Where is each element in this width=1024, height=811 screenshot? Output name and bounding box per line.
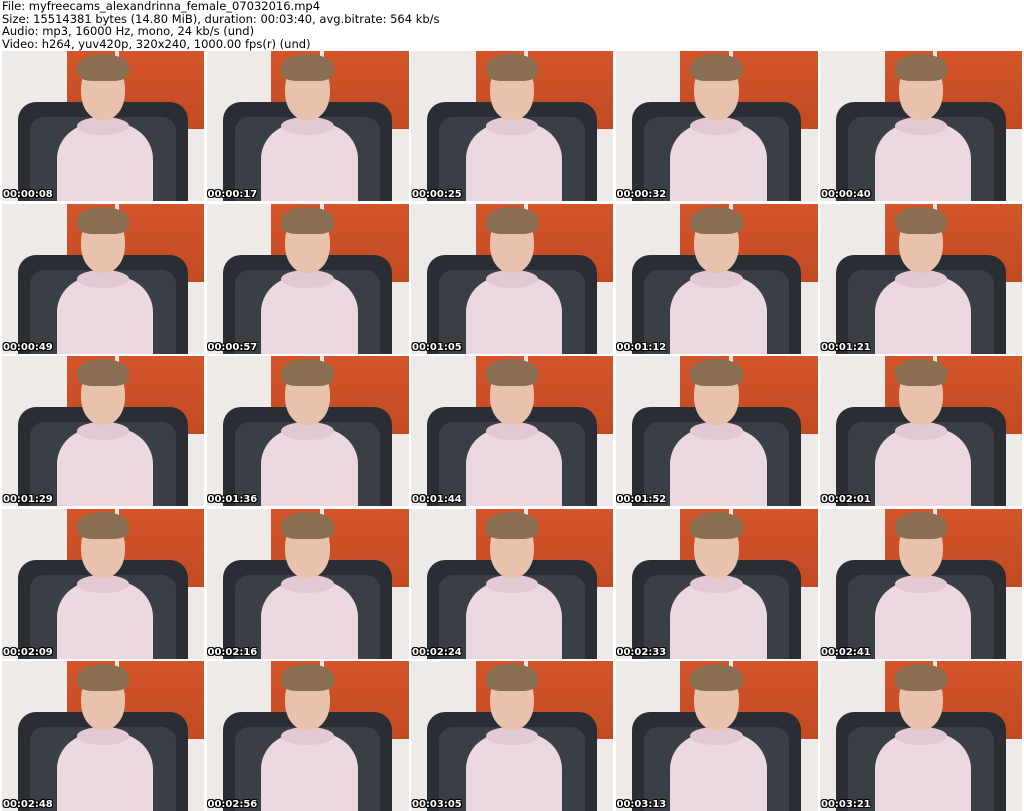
thumbnail-grid: 00:00:08 00:00:17 00:00:25 00:00:32 00:00:40… <box>2 51 1022 811</box>
hair <box>894 206 948 234</box>
hair <box>485 359 539 386</box>
hair <box>690 664 743 691</box>
thumbnail-timestamp: 00:01:29 <box>3 494 53 505</box>
hair <box>485 511 539 539</box>
video-thumbnail: 00:01:29 <box>2 356 204 506</box>
hair <box>690 54 743 81</box>
thumbnail-timestamp: 00:00:08 <box>3 189 53 200</box>
thumbnail-timestamp: 00:02:24 <box>412 646 462 658</box>
audio-info-line: Audio: mp3, 16000 Hz, mono, 24 kb/s (und… <box>2 24 255 38</box>
thumbnail-timestamp: 00:01:44 <box>412 494 462 505</box>
video-thumbnail: 00:02:48 <box>2 661 204 811</box>
thumbnail-timestamp: 00:02:56 <box>207 799 258 810</box>
thumbnail-timestamp: 00:00:25 <box>412 189 462 200</box>
video-thumbnail: 00:02:24 <box>411 508 613 659</box>
video-thumbnail: 00:01:52 <box>615 356 818 506</box>
video-thumbnail: 00:02:16 <box>206 508 409 659</box>
thumbnail-timestamp: 00:03:21 <box>821 799 871 810</box>
thumbnail-timestamp: 00:03:13 <box>616 799 667 810</box>
hair <box>76 511 130 539</box>
hair <box>281 359 334 386</box>
thumbnail-timestamp: 00:00:32 <box>616 189 667 200</box>
video-thumbnail: 00:00:40 <box>820 51 1022 201</box>
video-thumbnail: 00:03:21 <box>820 661 1022 811</box>
thumbnail-timestamp: 00:00:49 <box>3 341 53 353</box>
hair <box>76 54 130 81</box>
video-thumbnail: 00:02:01 <box>820 356 1022 506</box>
video-thumbnail: 00:00:08 <box>2 51 204 201</box>
video-thumbnail: 00:02:33 <box>615 508 818 659</box>
thumbnail-timestamp: 00:00:17 <box>207 189 258 200</box>
thumbnail-timestamp: 00:01:21 <box>821 341 871 353</box>
thumbnail-timestamp: 00:02:16 <box>207 646 258 658</box>
hair <box>281 206 334 234</box>
hair <box>281 54 334 81</box>
video-thumbnail: 00:01:21 <box>820 203 1022 354</box>
video-thumbnail: 00:01:36 <box>206 356 409 506</box>
video-thumbnail: 00:01:05 <box>411 203 613 354</box>
thumbnail-timestamp: 00:02:41 <box>821 646 871 658</box>
thumbnail-timestamp: 00:01:52 <box>616 494 667 505</box>
video-thumbnail: 00:00:17 <box>206 51 409 201</box>
thumbnail-timestamp: 00:01:36 <box>207 494 258 505</box>
hair <box>76 359 130 386</box>
hair <box>690 511 743 539</box>
media-info-header: File: myfreecams_alexandrinna_female_070… <box>2 0 1022 50</box>
hair <box>76 664 130 691</box>
thumbnail-timestamp: 00:01:12 <box>616 341 667 353</box>
video-thumbnail: 00:02:09 <box>2 508 204 659</box>
thumbnail-timestamp: 00:02:48 <box>3 799 53 810</box>
video-thumbnail: 00:03:13 <box>615 661 818 811</box>
video-thumbnail: 00:01:44 <box>411 356 613 506</box>
hair <box>485 54 539 81</box>
thumbnail-timestamp: 00:00:57 <box>207 341 258 353</box>
hair <box>76 206 130 234</box>
hair <box>894 664 948 691</box>
thumbnail-timestamp: 00:02:33 <box>616 646 667 658</box>
hair <box>690 359 743 386</box>
video-thumbnail: 00:00:32 <box>615 51 818 201</box>
video-thumbnail: 00:00:57 <box>206 203 409 354</box>
video-thumbnail: 00:03:05 <box>411 661 613 811</box>
thumbnail-timestamp: 00:02:09 <box>3 646 53 658</box>
video-thumbnail: 00:02:41 <box>820 508 1022 659</box>
video-thumbnail: 00:00:49 <box>2 203 204 354</box>
video-thumbnail: 00:01:12 <box>615 203 818 354</box>
hair <box>485 206 539 234</box>
hair <box>894 359 948 386</box>
thumbnail-timestamp: 00:01:05 <box>412 341 462 353</box>
hair <box>281 511 334 539</box>
hair <box>485 664 539 691</box>
hair <box>894 511 948 539</box>
file-name-line: File: myfreecams_alexandrinna_female_070… <box>2 0 321 13</box>
hair <box>281 664 334 691</box>
hair <box>690 206 743 234</box>
video-thumbnail: 00:02:56 <box>206 661 409 811</box>
hair <box>894 54 948 81</box>
thumbnail-timestamp: 00:00:40 <box>821 189 871 200</box>
thumbnail-timestamp: 00:03:05 <box>412 799 462 810</box>
thumbnail-timestamp: 00:02:01 <box>821 494 871 505</box>
video-thumbnail: 00:00:25 <box>411 51 613 201</box>
video-info-line: Video: h264, yuv420p, 320x240, 1000.00 f… <box>2 36 311 51</box>
